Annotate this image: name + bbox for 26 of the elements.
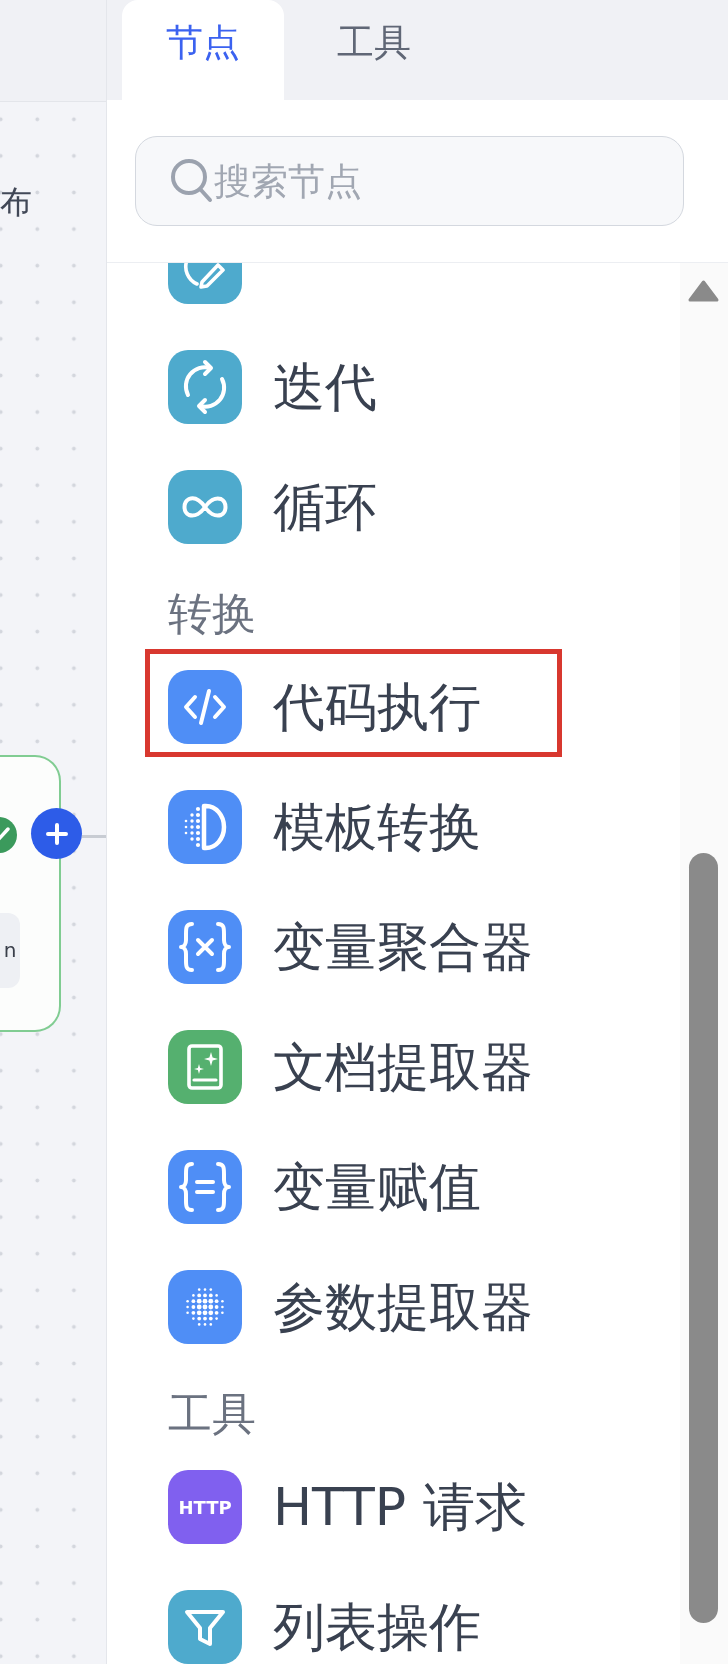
scrollbar-track[interactable] <box>680 263 728 1664</box>
node-item[interactable]: 迭代 <box>168 350 377 424</box>
node-item[interactable]: 代码执行 <box>145 649 562 757</box>
tab[interactable]: 工具 <box>293 0 455 100</box>
section-title: 转换 <box>168 590 256 638</box>
tab[interactable]: 节点 <box>122 0 284 100</box>
canvas-label: 布 <box>0 182 32 222</box>
check-icon <box>0 817 17 853</box>
node-item[interactable]: 变量聚合器 <box>168 910 533 984</box>
search-icon <box>169 157 215 205</box>
scrollbar-thumb[interactable] <box>689 853 718 1623</box>
node-item[interactable]: 循环 <box>168 470 377 544</box>
section-title: 工具 <box>168 1390 256 1438</box>
node-item[interactable]: 模板转换 <box>168 790 481 864</box>
connector-line <box>82 835 106 838</box>
plus-icon <box>45 822 68 845</box>
node-item[interactable]: 列表操作 <box>168 1590 481 1664</box>
node-item[interactable]: 变量赋值 <box>168 1150 481 1224</box>
scroll-up-arrow-icon[interactable] <box>687 279 720 303</box>
search-field[interactable]: 搜索节点 <box>135 136 684 226</box>
http-icon: HTTP <box>168 1470 242 1544</box>
node-card[interactable]: n <box>0 755 61 1032</box>
node-item[interactable]: 参数提取器 <box>168 1270 533 1344</box>
node-item[interactable]: HTTP HTTP 请求 <box>168 1470 527 1544</box>
node-tag: n <box>0 913 20 988</box>
node-item[interactable]: 文档提取器 <box>168 1030 533 1104</box>
